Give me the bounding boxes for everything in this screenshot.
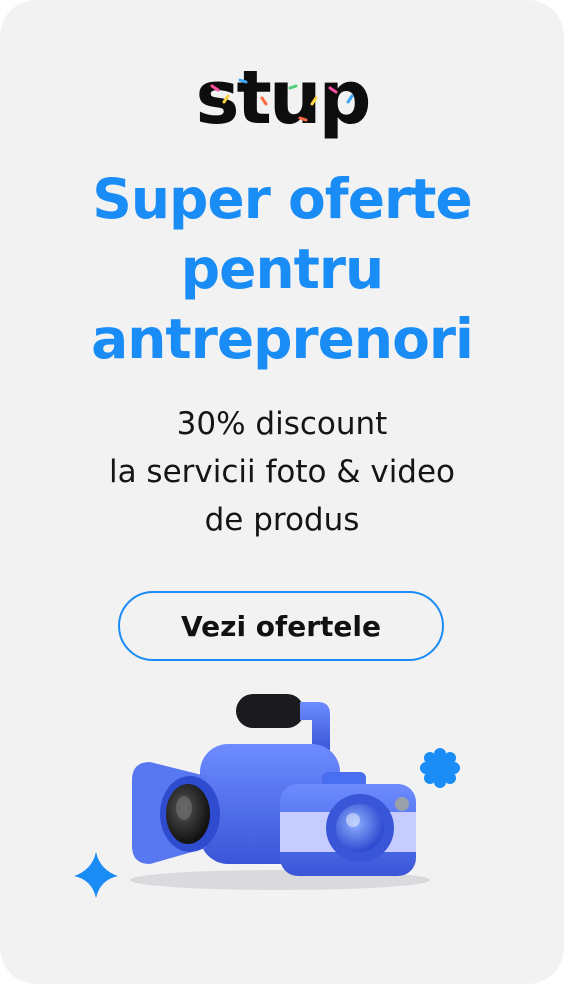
subtitle: 30% discount la servicii foto & video de…	[0, 400, 564, 544]
see-offers-button-label: Vezi ofertele	[181, 609, 381, 643]
see-offers-button[interactable]: Vezi ofertele	[118, 591, 444, 661]
flower-badge-icon	[420, 748, 460, 788]
logo-text: stup	[195, 55, 371, 141]
photo-camera-icon	[280, 772, 416, 876]
stup-logo: stup	[0, 58, 564, 138]
cameras-illustration	[74, 694, 460, 898]
headline-line-3: antreprenori	[91, 307, 474, 371]
subtitle-line-2: la servicii foto & video	[108, 454, 456, 490]
subtitle-line-3: de produs	[204, 502, 360, 538]
promo-card: stup Super oferte pentru antreprenori 30…	[0, 0, 564, 984]
headline: Super oferte pentru antreprenori	[0, 164, 564, 374]
headline-line-1: Super oferte	[92, 167, 472, 231]
headline-line-2: pentru	[180, 237, 384, 301]
subtitle-line-1: 30% discount	[176, 406, 388, 442]
sparkle-star-icon	[74, 852, 118, 898]
